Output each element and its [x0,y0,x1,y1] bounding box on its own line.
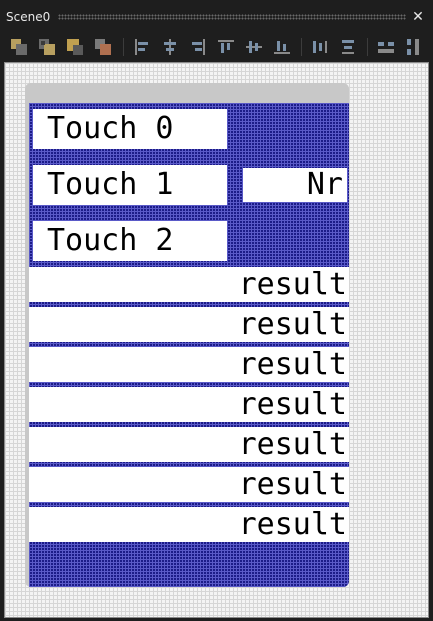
title-bar-grip[interactable] [58,14,406,20]
align-top-icon [218,40,234,53]
result-field-5: result [29,467,349,502]
bring-to-front-button[interactable] [66,38,84,56]
window-title: Scene0 [6,10,51,24]
same-width-icon [378,42,394,53]
touch-button-1[interactable]: Touch 1 [33,165,227,205]
result-field-0: result [29,267,349,302]
toolbar-separator [123,38,124,56]
align-center-horizontal-button[interactable] [161,38,179,56]
bring-to-front-icon [67,39,83,55]
distribute-horizontal-icon [313,41,327,53]
send-to-back-button[interactable] [94,38,112,56]
align-middle-vertical-button[interactable] [245,38,263,56]
align-bottom-button[interactable] [273,38,291,56]
result-field-1: result [29,307,349,342]
send-backward-icon [39,39,55,55]
send-to-back-icon [95,39,111,55]
toolbar-separator [301,38,302,56]
toolbar-separator [367,38,368,56]
nr-field: Nr [243,168,347,202]
touch-button-0[interactable]: Touch 0 [33,109,227,149]
result-field-6: result [29,507,349,542]
align-right-icon [192,39,205,55]
result-field-3: result [29,387,349,422]
align-right-button[interactable] [189,38,207,56]
same-width-button[interactable] [377,38,395,56]
align-center-horizontal-icon [164,39,176,55]
bring-forward-icon [11,39,27,55]
align-left-button[interactable] [133,38,151,56]
title-bar: Scene0 ✕ [0,0,433,34]
send-backward-button[interactable] [38,38,56,56]
align-top-button[interactable] [217,38,235,56]
result-field-2: result [29,347,349,382]
touch-button-2[interactable]: Touch 2 [33,221,227,261]
same-height-button[interactable] [405,38,423,56]
distribute-vertical-button[interactable] [339,38,357,56]
scene-background: Touch 0 Touch 1 Nr Touch 2 result result… [29,103,349,587]
distribute-horizontal-button[interactable] [311,38,329,56]
same-height-icon [407,39,419,55]
distribute-vertical-icon [342,40,354,54]
align-bottom-icon [274,41,290,54]
result-field-4: result [29,427,349,462]
align-left-icon [135,39,148,55]
close-button[interactable]: ✕ [409,8,427,26]
scene-panel[interactable]: Touch 0 Touch 1 Nr Touch 2 result result… [25,83,349,587]
design-canvas[interactable]: Touch 0 Touch 1 Nr Touch 2 result result… [4,62,429,618]
align-middle-vertical-icon [246,41,262,53]
bring-forward-button[interactable] [10,38,28,56]
toolbar [0,34,433,60]
